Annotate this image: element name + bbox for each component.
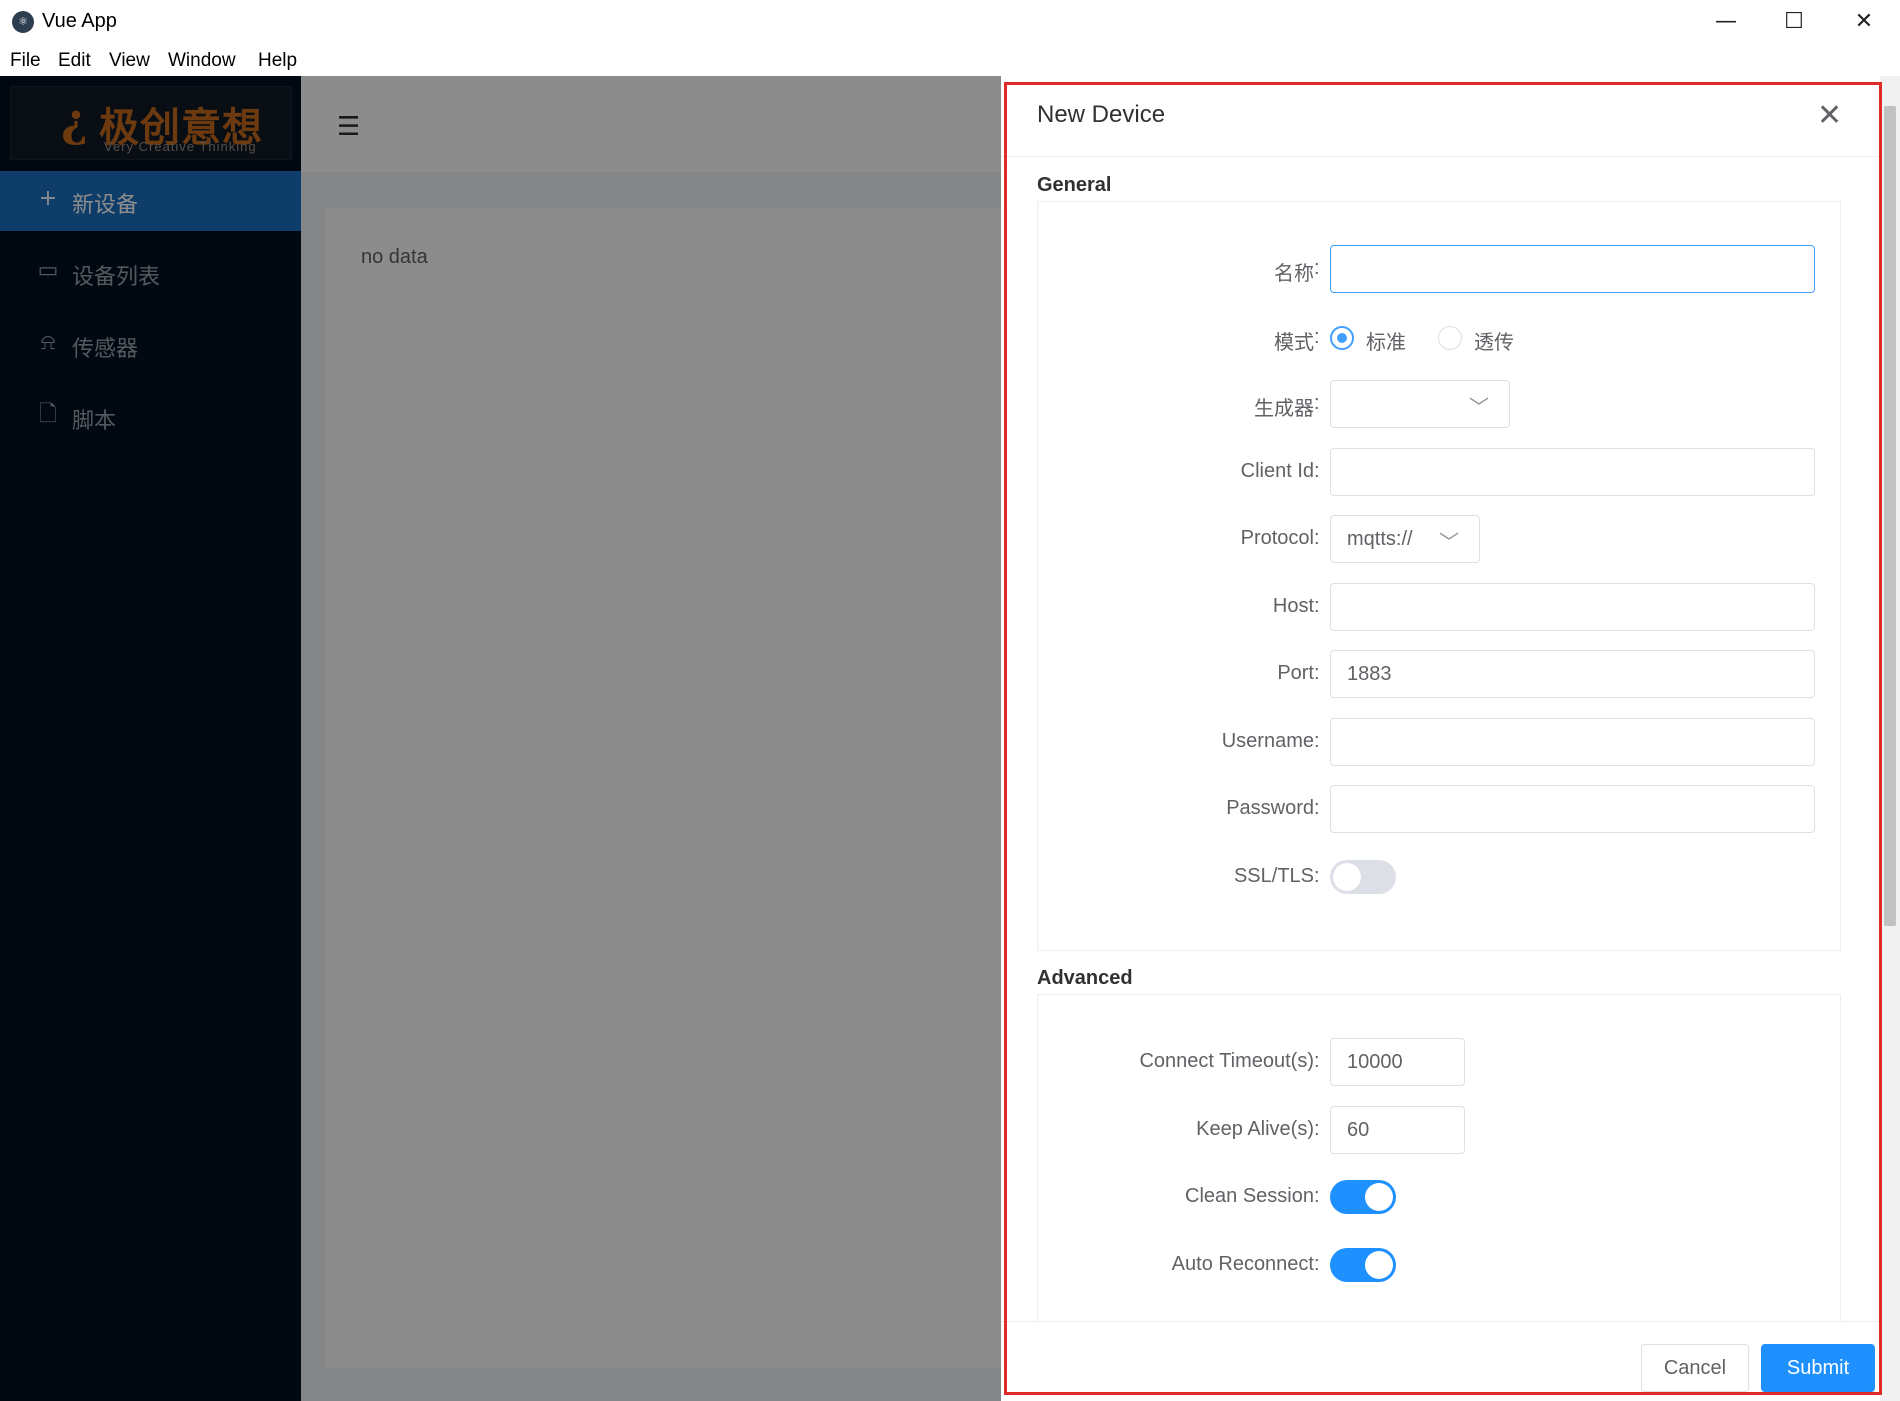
client-id-label: Client Id (1240, 460, 1314, 482)
mode-radio-passthrough[interactable] (1438, 326, 1462, 350)
colon: : (1314, 595, 1320, 617)
menu-window[interactable]: Window (168, 50, 236, 72)
menu-help[interactable]: Help (258, 50, 297, 72)
menu-file[interactable]: File (10, 50, 41, 72)
toggle-knob (1333, 863, 1361, 891)
app-area: ¿ 极创意想 Very Creative Thinking + 新设备 ▭ 设备… (0, 76, 1900, 1401)
minimize-icon[interactable]: — (1706, 8, 1746, 36)
host-input[interactable] (1330, 583, 1815, 631)
form-row-ssl: SSL/TLS : (1038, 853, 1838, 901)
colon: : (1314, 797, 1320, 819)
submit-button[interactable]: Submit (1761, 1344, 1875, 1392)
name-input[interactable] (1330, 245, 1815, 293)
section-title-advanced: Advanced (1037, 967, 1133, 989)
toggle-knob (1365, 1251, 1393, 1279)
title-bar: ⚛ Vue App — ☐ ✕ (0, 0, 1900, 44)
form-row-auto-reconnect: Auto Reconnect : (1038, 1241, 1838, 1289)
form-row-username: Username : (1038, 718, 1838, 766)
username-input[interactable] (1330, 718, 1815, 766)
colon: : (1314, 662, 1320, 684)
chevron-down-icon: ﹀ (1469, 395, 1489, 419)
drawer-title: New Device (1037, 101, 1166, 128)
form-row-name: 名称 : (1038, 245, 1838, 293)
mode-radio-standard[interactable] (1330, 326, 1354, 350)
menu-view[interactable]: View (109, 50, 150, 72)
protocol-value: mqtts:// (1347, 528, 1413, 550)
maximize-icon[interactable]: ☐ (1774, 8, 1814, 36)
client-id-input[interactable] (1330, 448, 1815, 496)
scrollbar-thumb[interactable] (1884, 106, 1896, 926)
colon: : (1314, 1118, 1320, 1140)
cancel-button[interactable]: Cancel (1641, 1344, 1749, 1392)
colon: : (1314, 527, 1320, 549)
form-row-keepalive: Keep Alive(s) : 60 (1038, 1106, 1838, 1154)
vue-app-icon: ⚛ (12, 11, 34, 33)
mode-option-standard-label[interactable]: 标准 (1366, 326, 1406, 355)
ssl-label: SSL/TLS (1233, 865, 1314, 887)
keepalive-label: Keep Alive(s) (1196, 1118, 1314, 1140)
password-label: Password (1226, 797, 1314, 819)
colon: : (1314, 1050, 1320, 1072)
colon: : (1314, 392, 1320, 414)
form-row-password: Password : (1038, 785, 1838, 833)
form-row-generator: 生成器 : ﹀ (1038, 380, 1838, 428)
keepalive-input[interactable]: 60 (1330, 1106, 1465, 1154)
timeout-input[interactable]: 10000 (1330, 1038, 1465, 1086)
username-label: Username (1221, 730, 1314, 752)
colon: : (1314, 1253, 1320, 1275)
drawer-scrollbar[interactable] (1880, 76, 1900, 1401)
host-label: Host (1272, 595, 1314, 617)
close-window-icon[interactable]: ✕ (1844, 8, 1884, 36)
timeout-label: Connect Timeout(s) (1139, 1050, 1314, 1072)
ssl-toggle[interactable] (1330, 860, 1396, 894)
form-row-clean-session: Clean Session : (1038, 1173, 1838, 1221)
auto-reconnect-toggle[interactable] (1330, 1248, 1396, 1282)
generator-select[interactable]: ﹀ (1330, 380, 1510, 428)
window-title: Vue App (42, 10, 117, 32)
clean-session-label: Clean Session (1185, 1185, 1314, 1207)
mode-label: 模式 (1274, 332, 1314, 354)
form-row-protocol: Protocol : mqtts:// ﹀ (1038, 515, 1838, 563)
general-section: 名称 : 模式 : 标准 透传 生成器 : ﹀ Client Id: Prot… (1037, 201, 1841, 951)
drawer-footer: Cancel Submit (1001, 1321, 1880, 1401)
menu-edit[interactable]: Edit (58, 50, 91, 72)
chevron-down-icon: ﹀ (1439, 530, 1459, 554)
clean-session-toggle[interactable] (1330, 1180, 1396, 1214)
port-input[interactable]: 1883 (1330, 650, 1815, 698)
new-device-drawer: New Device ✕ General 名称 : 模式 : 标准 透传 生成器 (1001, 76, 1900, 1401)
colon: : (1314, 730, 1320, 752)
colon: : (1314, 326, 1320, 348)
menu-bar: File Edit View Window Help (0, 44, 1900, 76)
form-row-client-id: Client Id : (1038, 448, 1838, 496)
password-input[interactable] (1330, 785, 1815, 833)
protocol-label: Protocol (1240, 527, 1314, 549)
generator-label: 生成器 (1254, 398, 1314, 420)
form-row-mode: 模式 : 标准 透传 (1038, 314, 1838, 362)
colon: : (1314, 865, 1320, 887)
colon: : (1314, 1185, 1320, 1207)
close-icon[interactable]: ✕ (1817, 98, 1842, 133)
form-row-timeout: Connect Timeout(s) : 10000 (1038, 1038, 1838, 1086)
auto-reconnect-label: Auto Reconnect (1171, 1253, 1314, 1275)
form-row-port: Port : 1883 (1038, 650, 1838, 698)
name-label: 名称 (1274, 263, 1314, 285)
colon: : (1314, 257, 1320, 279)
section-title-general: General (1037, 174, 1112, 196)
protocol-select[interactable]: mqtts:// ﹀ (1330, 515, 1480, 563)
advanced-section: Connect Timeout(s) : 10000 Keep Alive(s)… (1037, 994, 1841, 1324)
toggle-knob (1365, 1183, 1393, 1211)
form-row-host: Host : (1038, 583, 1838, 631)
port-label: Port (1277, 662, 1314, 684)
mode-option-passthrough-label[interactable]: 透传 (1474, 326, 1514, 355)
colon: : (1314, 460, 1320, 482)
divider (1001, 156, 1880, 157)
